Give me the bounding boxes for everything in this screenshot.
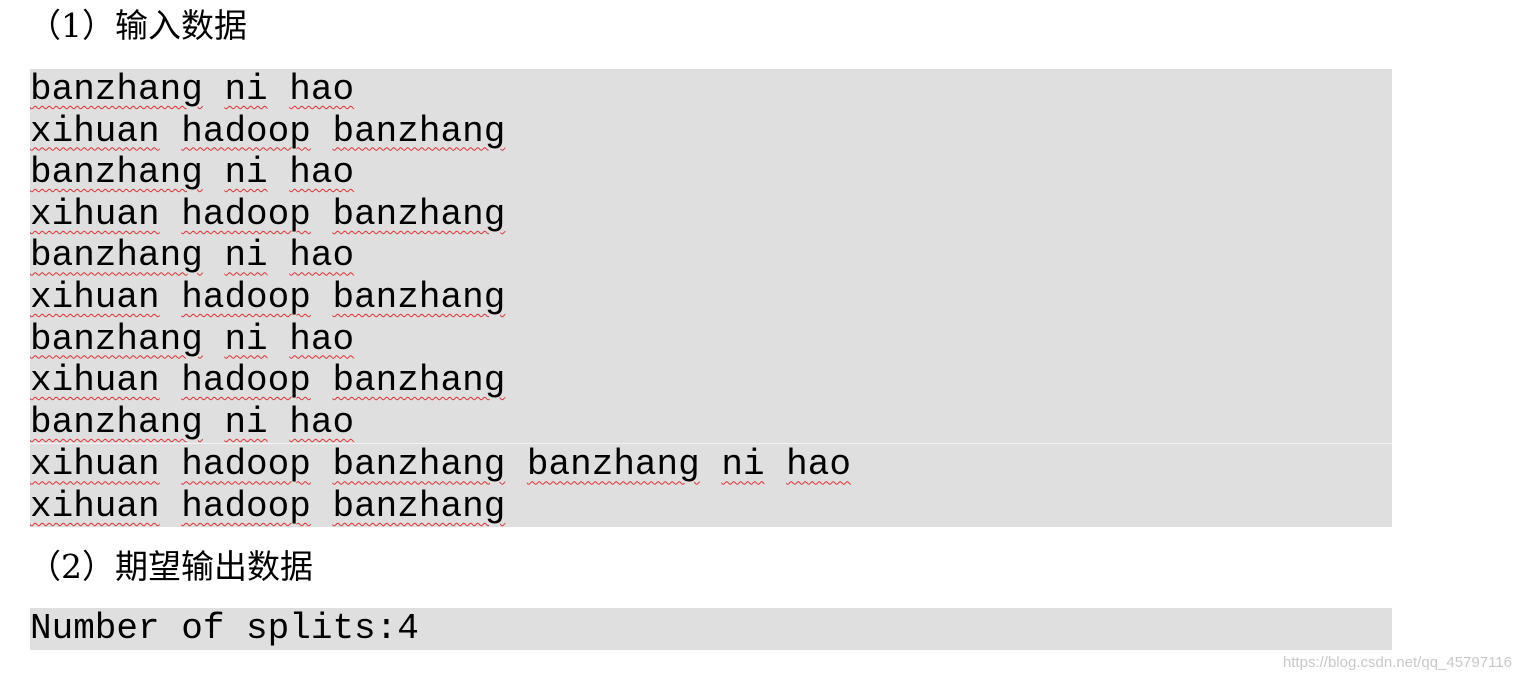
input-word: hadoop [181, 360, 311, 402]
input-word: xihuan [30, 193, 160, 235]
input-word: hadoop [181, 444, 311, 486]
input-word: hao [786, 444, 851, 486]
input-word: ni [721, 444, 765, 486]
section-heading-expected-output: （2）期望输出数据 [28, 547, 313, 586]
input-word: ni [224, 318, 268, 360]
input-word: banzhang [332, 193, 506, 235]
input-word: banzhang [30, 152, 203, 194]
watermark: https://blog.csdn.net/qq_45797116 [1282, 654, 1512, 671]
input-line: banzhang ni hao [30, 69, 1392, 111]
input-word: ni [224, 69, 268, 110]
input-line: xihuan hadoop banzhang banzhang ni hao [30, 443, 1392, 486]
input-word: hao [289, 152, 355, 194]
input-line: banzhang ni hao [30, 152, 1392, 194]
input-line: banzhang ni hao [30, 402, 1392, 444]
input-line: banzhang ni hao [30, 235, 1392, 277]
section-heading-input: （1）输入数据 [28, 6, 247, 45]
input-line: xihuan hadoop banzhang [30, 360, 1392, 402]
input-word: banzhang [332, 485, 506, 527]
input-line: xihuan hadoop banzhang [30, 486, 1392, 528]
input-word: banzhang [332, 276, 506, 318]
input-word: ni [224, 401, 268, 443]
input-word: banzhang [30, 401, 203, 443]
input-word: banzhang [30, 69, 203, 110]
input-line: xihuan hadoop banzhang [30, 194, 1392, 236]
expected-output-code-block: Number of splits:4 [30, 608, 1392, 650]
input-word: hao [289, 318, 355, 360]
input-word: xihuan [30, 110, 160, 152]
input-word: banzhang [332, 360, 506, 402]
input-word: ni [224, 152, 268, 194]
input-word: hadoop [181, 485, 311, 527]
input-word: hadoop [181, 193, 311, 235]
input-word: ni [224, 235, 268, 277]
input-word: xihuan [30, 276, 160, 318]
input-line: banzhang ni hao [30, 319, 1392, 361]
input-word: xihuan [30, 444, 160, 486]
input-word: banzhang [30, 318, 203, 360]
input-word: hao [289, 401, 355, 443]
input-word: banzhang [526, 444, 700, 486]
input-line: xihuan hadoop banzhang [30, 111, 1392, 153]
input-word: hao [289, 69, 355, 110]
input-word: banzhang [332, 444, 506, 486]
input-word: banzhang [30, 235, 203, 277]
output-line: Number of splits:4 [30, 608, 419, 649]
input-word: hao [289, 235, 355, 277]
input-word: xihuan [30, 360, 160, 402]
input-word: xihuan [30, 485, 160, 527]
input-data-code-block: banzhang ni hao xihuan hadoop banzhang ban… [30, 69, 1392, 527]
input-word: banzhang [332, 110, 506, 152]
input-line: xihuan hadoop banzhang [30, 277, 1392, 319]
input-word: hadoop [181, 110, 311, 152]
input-word: hadoop [181, 276, 311, 318]
